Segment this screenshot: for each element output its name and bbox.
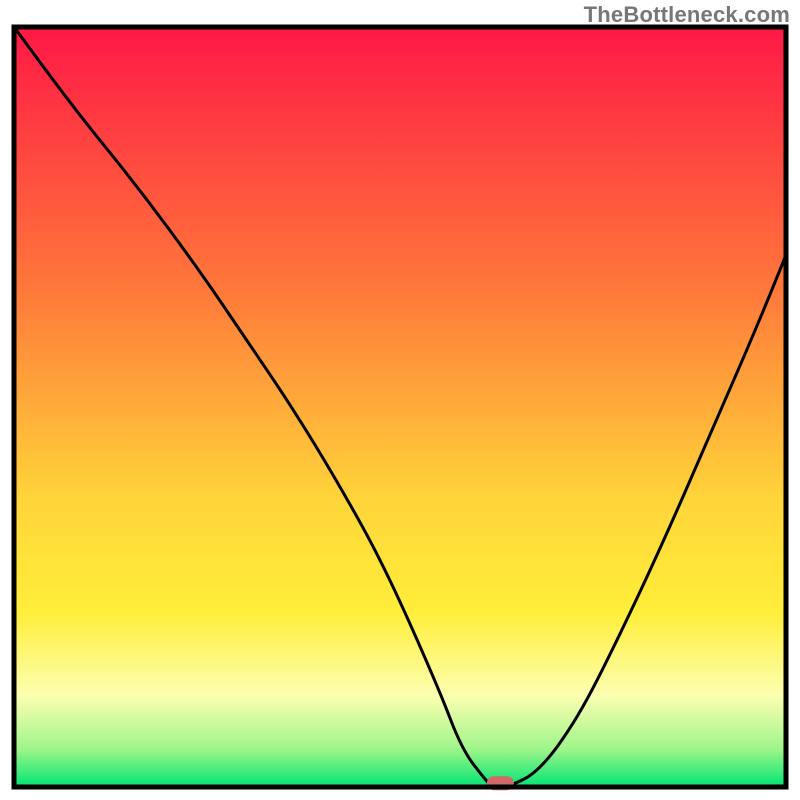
- watermark-text: TheBottleneck.com: [584, 2, 790, 28]
- gradient-background: [14, 27, 786, 787]
- bottleneck-chart: [0, 0, 800, 800]
- chart-container: { "watermark": "TheBottleneck.com", "col…: [0, 0, 800, 800]
